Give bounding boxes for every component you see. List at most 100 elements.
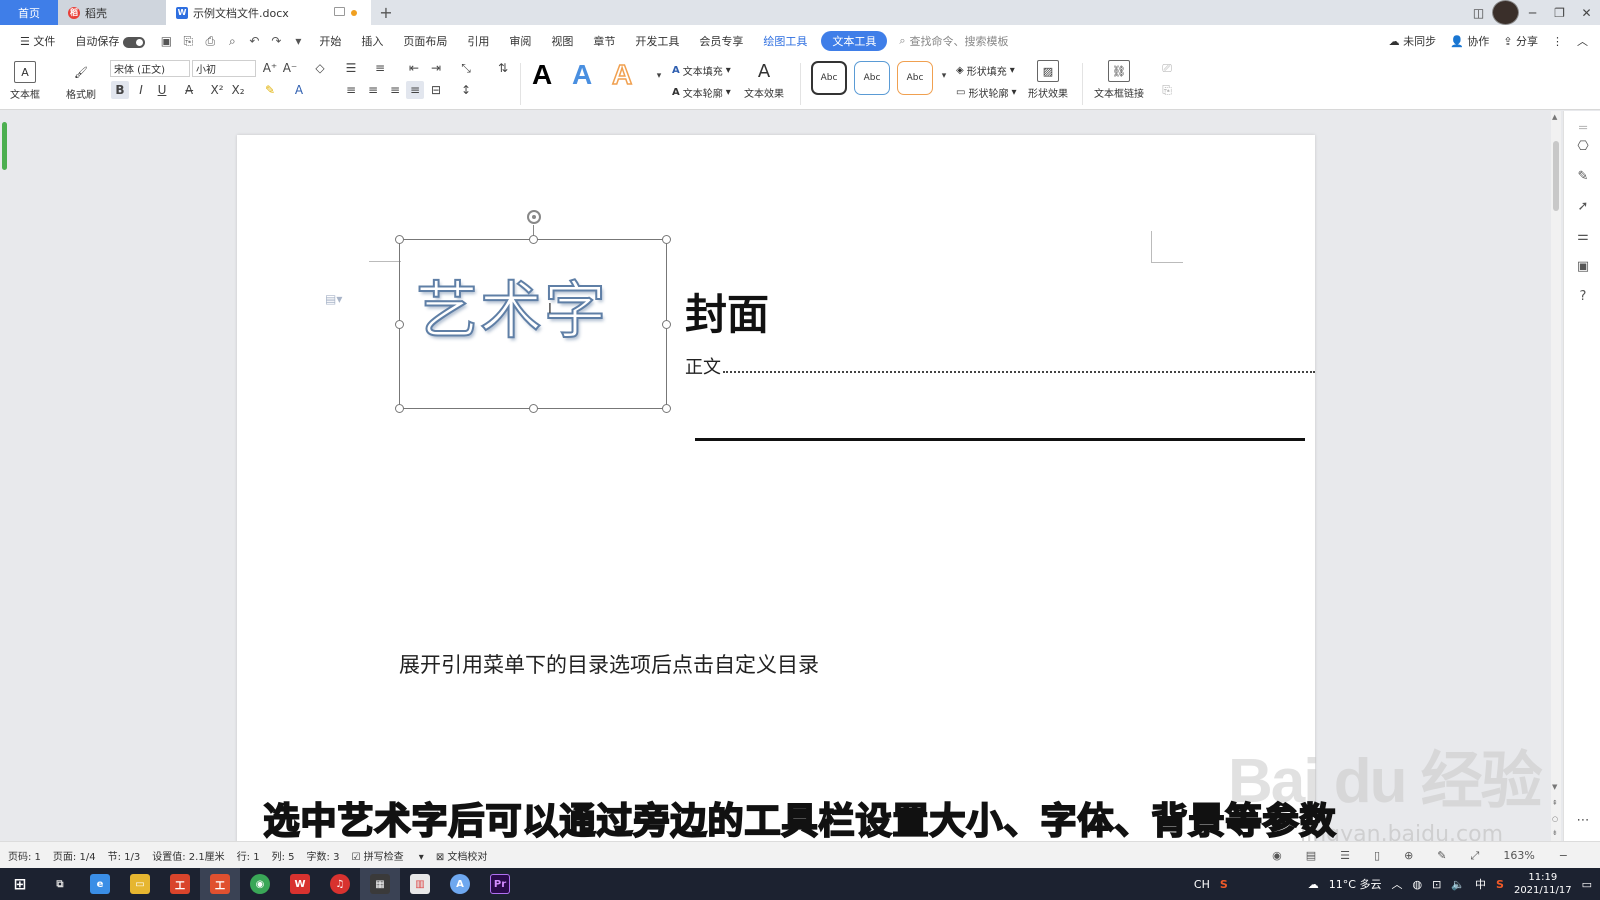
select-cursor-icon[interactable]: ➚: [1574, 197, 1592, 215]
font-size-select[interactable]: 小初: [192, 60, 256, 77]
menu-references[interactable]: 引用: [457, 33, 499, 49]
proof-button[interactable]: ⊠ 文档校对: [436, 848, 500, 863]
eye-protection-icon[interactable]: ◉: [1272, 849, 1282, 862]
menu-view[interactable]: 视图: [541, 33, 583, 49]
menu-vip[interactable]: 会员专享: [689, 33, 753, 49]
zoom-out-icon[interactable]: −: [1559, 849, 1568, 862]
text-box-button[interactable]: A 文本框: [10, 61, 40, 101]
tab-daoke[interactable]: 稻稻壳: [58, 0, 166, 25]
menu-chapter[interactable]: 章节: [583, 33, 625, 49]
shape-effect-button[interactable]: ▨ 形状效果: [1028, 60, 1068, 100]
break-link-icon[interactable]: ⎚: [1158, 59, 1176, 77]
resize-handle-n[interactable]: [529, 235, 538, 244]
underline-icon[interactable]: U: [153, 81, 171, 99]
decrease-indent-icon[interactable]: ⇤: [405, 59, 423, 77]
save-icon[interactable]: ▣: [157, 32, 175, 50]
wordart-text-box[interactable]: 艺术字 I: [395, 235, 671, 413]
highlight-icon[interactable]: ✎: [261, 81, 279, 99]
shape-outline-button[interactable]: ▭ 形状轮廓 ▾: [956, 85, 1016, 100]
start-button[interactable]: ⊞: [0, 868, 40, 900]
status-setting[interactable]: 设置值: 2.1厘米: [152, 848, 224, 863]
file-menu[interactable]: ☰ 文件: [10, 33, 65, 49]
chevron-down-icon[interactable]: ▾: [289, 32, 307, 50]
web-view-icon[interactable]: ⊕: [1404, 849, 1413, 862]
menu-insert[interactable]: 插入: [351, 33, 393, 49]
bullet-list-icon[interactable]: ☰: [342, 59, 360, 77]
resize-handle-se[interactable]: [662, 404, 671, 413]
menu-text-tools[interactable]: 文本工具: [821, 31, 888, 51]
spellcheck-toggle[interactable]: ☑ 拼写检查 ▾: [351, 848, 423, 863]
text-box-link-button[interactable]: ⛓ 文本框链接: [1094, 60, 1144, 100]
align-center-icon[interactable]: ≡: [364, 81, 382, 99]
taskbar-app-wps[interactable]: W: [280, 868, 320, 900]
paragraph-control-icon[interactable]: ▤▾: [325, 292, 342, 306]
taskbar-app-browser[interactable]: e: [80, 868, 120, 900]
line-spacing-icon[interactable]: ↕: [457, 81, 475, 99]
task-view-button[interactable]: ⧉: [40, 868, 80, 900]
zoom-level[interactable]: 163%: [1503, 849, 1534, 862]
resize-handle-nw[interactable]: [395, 235, 404, 244]
image-tools-icon[interactable]: ▣: [1574, 257, 1592, 275]
panel-handle-icon[interactable]: ═: [1574, 119, 1592, 137]
network-icon[interactable]: ⊡: [1432, 878, 1441, 891]
resize-handle-w[interactable]: [395, 320, 404, 329]
resize-handle-s[interactable]: [529, 404, 538, 413]
status-section[interactable]: 节: 1/3: [108, 848, 141, 863]
bold-icon[interactable]: B: [111, 81, 129, 99]
menu-drawing-tools[interactable]: 绘图工具: [753, 33, 817, 49]
align-left-icon[interactable]: ≡: [342, 81, 360, 99]
justify-icon[interactable]: ≡: [406, 81, 424, 99]
clock[interactable]: 11:19 2021/11/17: [1514, 871, 1572, 897]
taskbar-app-office[interactable]: 工: [160, 868, 200, 900]
status-page[interactable]: 页码: 1: [8, 848, 41, 863]
increase-indent-icon[interactable]: ⇥: [427, 59, 445, 77]
wordart-text[interactable]: 艺术字: [415, 260, 608, 350]
cover-title[interactable]: 封面: [685, 281, 769, 342]
instruction-text[interactable]: 展开引用菜单下的目录选项后点击自定义目录: [399, 649, 819, 679]
sync-button[interactable]: ☁ 未同步: [1389, 33, 1437, 49]
redo-icon[interactable]: ↷: [267, 32, 285, 50]
status-words[interactable]: 字数: 3: [307, 848, 340, 863]
vertical-scrollbar[interactable]: ▲ ▼ ⇞ ○ ⇟: [1551, 111, 1561, 841]
menu-developer[interactable]: 开发工具: [625, 33, 689, 49]
resize-handle-ne[interactable]: [662, 235, 671, 244]
print-icon[interactable]: ⎙: [201, 32, 219, 50]
numbered-list-icon[interactable]: ≡: [371, 59, 389, 77]
notification-icon[interactable]: ▭: [1582, 878, 1592, 891]
scroll-down-icon[interactable]: ▼: [1552, 783, 1557, 791]
share-button[interactable]: ⇪ 分享: [1503, 33, 1538, 49]
strikethrough-icon[interactable]: A̶: [180, 81, 198, 99]
taskbar-app-drive[interactable]: A: [440, 868, 480, 900]
increase-font-icon[interactable]: A⁺: [261, 59, 279, 77]
font-name-select[interactable]: 宋体 (正文): [110, 60, 190, 77]
export-icon[interactable]: ⎘: [179, 32, 197, 50]
sogou-icon[interactable]: S: [1220, 878, 1228, 891]
toc-entry[interactable]: 正文: [685, 353, 1315, 379]
font-color-icon[interactable]: A: [290, 81, 308, 99]
toggle-switch-icon[interactable]: [123, 36, 146, 48]
shape-fill-button[interactable]: ◈ 形状填充 ▾: [956, 63, 1015, 78]
tab-home[interactable]: 首页: [0, 0, 58, 25]
taskbar-app-premiere[interactable]: Pr: [480, 868, 520, 900]
shape-style-1[interactable]: Abc: [811, 61, 847, 95]
minimize-button[interactable]: ─: [1519, 0, 1546, 25]
taskbar-app-slides[interactable]: ▥: [400, 868, 440, 900]
menu-review[interactable]: 审阅: [499, 33, 541, 49]
restore-button[interactable]: ❐: [1546, 0, 1573, 25]
next-link-icon[interactable]: ⎘: [1158, 81, 1176, 99]
text-fill-button[interactable]: A 文本填充 ▾: [672, 63, 731, 78]
tab-document[interactable]: W 示例文档文件.docx: [166, 0, 371, 25]
shape-style-more-icon[interactable]: ▾: [935, 67, 953, 85]
volume-icon[interactable]: 🔈: [1451, 878, 1465, 891]
input-lang[interactable]: CH: [1194, 878, 1210, 891]
text-effect-button[interactable]: A 文本效果: [744, 60, 784, 101]
autosave-toggle[interactable]: 自动保存: [65, 33, 155, 49]
wordart-style-blue[interactable]: A: [572, 59, 592, 91]
monitor-icon[interactable]: [334, 7, 345, 16]
close-button[interactable]: ✕: [1573, 0, 1600, 25]
pen-icon[interactable]: ✎: [1574, 167, 1592, 185]
sogou-tray-icon[interactable]: S: [1496, 878, 1504, 891]
collapse-ribbon-icon[interactable]: ︿: [1577, 33, 1588, 49]
status-row[interactable]: 行: 1: [237, 848, 260, 863]
distribute-icon[interactable]: ⊟: [427, 81, 445, 99]
